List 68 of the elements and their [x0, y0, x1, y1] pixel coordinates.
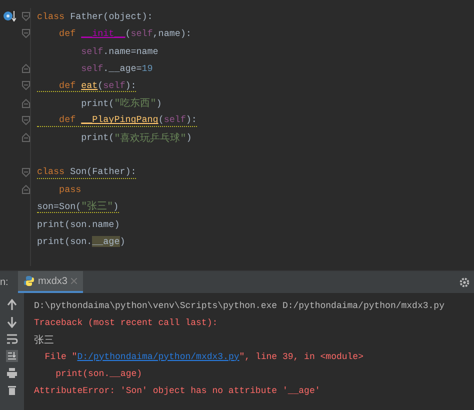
code-token: ) — [186, 132, 192, 144]
code-token: 19 — [142, 63, 153, 74]
code-token: __init__ — [81, 28, 126, 40]
code-token: ): — [186, 114, 197, 126]
code-token: print(son.name) — [37, 218, 120, 230]
scroll-to-end-icon[interactable] — [6, 350, 18, 362]
code-token: ) — [156, 98, 162, 109]
code-token: print( — [80, 98, 114, 109]
fold-icon[interactable] — [22, 64, 30, 74]
code-token: ,name): — [152, 28, 192, 40]
wrap-icon[interactable] — [6, 333, 18, 345]
code-token: ( — [125, 28, 131, 40]
code-token: ) — [120, 236, 126, 247]
fold-icon[interactable] — [22, 12, 30, 22]
up-arrow-icon[interactable] — [6, 299, 18, 311]
console-text: 张三 — [34, 334, 54, 346]
code-token: son=Son( — [37, 200, 82, 212]
code-token: print( — [80, 132, 114, 144]
console-text: AttributeError: 'Son' object has no attribute '__age' — [34, 386, 320, 396]
console-text: ", line 39, in <module> — [239, 352, 364, 362]
code-token: Son(Father): — [70, 166, 136, 178]
code-token: __PlayPingPang — [81, 114, 158, 126]
fold-icon[interactable] — [22, 168, 30, 177]
code-token: Father(object): — [70, 11, 153, 22]
override-marker-icon[interactable] — [3, 10, 16, 24]
code-token: pass — [58, 184, 82, 196]
code-token: eat — [81, 80, 98, 91]
fold-icon[interactable] — [22, 133, 30, 142]
python-icon — [24, 276, 34, 286]
code-token: def — [58, 28, 77, 40]
code-token: .__age= — [103, 63, 142, 74]
code-token: class — [37, 11, 66, 22]
code-token: self — [164, 114, 186, 126]
fold-icon[interactable] — [22, 98, 30, 108]
tab-title: mxdx3 — [38, 276, 68, 286]
run-label: n: — [0, 276, 10, 288]
close-icon[interactable] — [71, 278, 78, 284]
settings-icon[interactable] — [459, 276, 470, 288]
code-token: ): — [125, 80, 136, 91]
fold-icon[interactable] — [22, 81, 30, 90]
code-token: ( — [98, 80, 104, 91]
code-token: self — [130, 28, 153, 40]
code-token: def — [58, 80, 77, 91]
code-token: self — [103, 80, 126, 91]
code-token: def — [58, 114, 77, 126]
highlighted-code: __age — [92, 236, 120, 247]
down-arrow-icon[interactable] — [6, 316, 18, 328]
code-token: "张三" — [81, 200, 114, 214]
console-text: File " — [44, 352, 78, 362]
code-token: self — [80, 46, 104, 57]
trash-icon[interactable] — [6, 384, 18, 396]
console-text: print(son.__age) — [54, 368, 142, 378]
fold-icon[interactable] — [22, 29, 30, 38]
code-token: "喜欢玩乒乓球" — [114, 132, 186, 145]
run-tab[interactable]: mxdx3 — [18, 271, 84, 293]
code-token: class — [37, 166, 66, 178]
file-link[interactable]: D:/pythondaima/python/mxdx3.py — [77, 352, 240, 362]
code-token: print(son. — [37, 236, 92, 247]
code-token: .name=name — [103, 46, 158, 57]
code-token: "吃东西" — [114, 96, 156, 110]
fold-icon[interactable] — [22, 185, 30, 194]
console-text: D:\pythondaima\python\venv\Scripts\python.exe D:/pythondaima/python/mxdx3.py — [34, 300, 444, 310]
console-text: Traceback (most recent call last): — [34, 318, 218, 328]
code-token: self — [80, 63, 104, 74]
print-icon[interactable] — [6, 367, 18, 379]
fold-icon[interactable] — [22, 116, 30, 125]
code-token: ) — [113, 200, 119, 212]
code-token: ( — [158, 114, 164, 126]
